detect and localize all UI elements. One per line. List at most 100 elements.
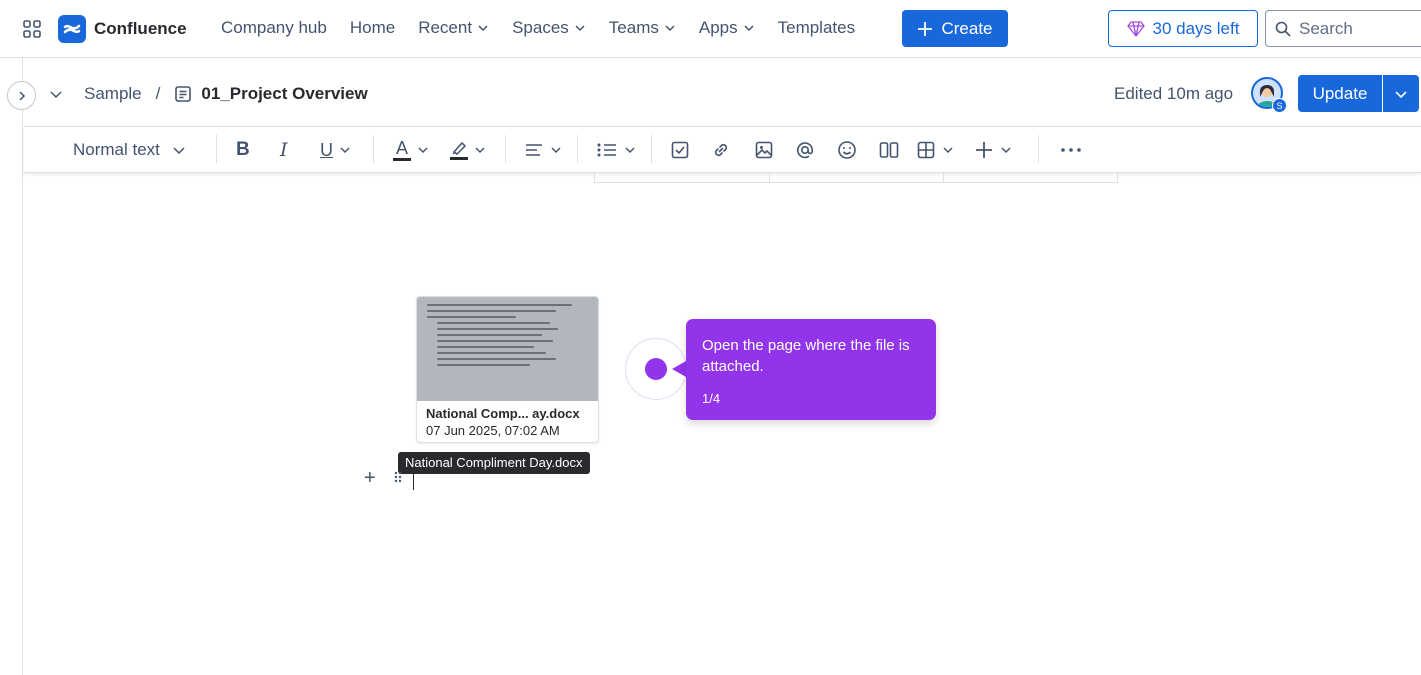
bullet-list-icon xyxy=(597,143,616,157)
main-nav: Company hub Home Recent Spaces Teams App… xyxy=(221,18,878,38)
highlight-button[interactable] xyxy=(450,136,486,164)
mention-button[interactable] xyxy=(795,136,815,164)
link-icon xyxy=(714,143,728,157)
diamond-icon xyxy=(1126,20,1145,37)
more-options-button[interactable] xyxy=(1060,136,1082,164)
tour-step-counter: 1/4 xyxy=(702,391,721,406)
tour-beacon-dot[interactable] xyxy=(645,358,667,380)
tour-callout-arrow xyxy=(672,361,686,377)
italic-button[interactable]: I xyxy=(280,136,288,164)
more-horizontal-icon xyxy=(1061,148,1081,152)
edited-status[interactable]: Edited 10m ago xyxy=(1114,84,1233,104)
text-color-swatch xyxy=(393,158,411,161)
nav-templates[interactable]: Templates xyxy=(778,18,855,38)
tour-callout: Open the page where the file is attached… xyxy=(686,319,936,420)
trial-label: 30 days left xyxy=(1152,18,1240,38)
highlight-icon xyxy=(450,140,468,160)
breadcrumb: Sample / 01_Project Overview xyxy=(84,84,368,104)
app-switcher-icon[interactable] xyxy=(22,19,42,39)
nav-label: Apps xyxy=(698,18,738,37)
top-navigation-bar: Confluence Company hub Home Recent Space… xyxy=(0,0,1421,58)
toolbar-divider xyxy=(373,135,374,163)
align-left-icon xyxy=(526,144,542,156)
nav-teams[interactable]: Teams xyxy=(609,18,676,38)
file-date: 07 Jun 2025, 07:02 AM xyxy=(426,423,560,438)
link-button[interactable] xyxy=(711,136,731,164)
insert-more-button[interactable] xyxy=(974,136,1012,164)
nav-label: Spaces xyxy=(512,18,569,37)
breadcrumb-space[interactable]: Sample xyxy=(84,84,142,104)
text-color-glyph: A xyxy=(395,138,408,158)
add-block-icon[interactable]: + xyxy=(364,467,376,490)
underline-button[interactable]: U xyxy=(320,136,351,164)
file-name: National Comp... ay.docx xyxy=(426,406,580,421)
image-icon xyxy=(755,141,773,159)
chevron-down-icon[interactable] xyxy=(49,87,63,101)
highlighter-icon xyxy=(452,141,467,155)
update-options-button[interactable] xyxy=(1383,75,1419,112)
chevron-down-icon xyxy=(665,25,675,32)
chevron-down-icon xyxy=(575,25,585,32)
chevron-down-icon xyxy=(1001,147,1011,154)
emoji-button[interactable] xyxy=(837,136,857,164)
table-icon xyxy=(917,141,935,159)
left-sidebar-rail xyxy=(0,58,23,675)
brand-name: Confluence xyxy=(94,19,187,38)
checkbox-icon xyxy=(671,141,689,159)
text-color-button[interactable]: A xyxy=(393,136,429,164)
drag-handle-icon[interactable] xyxy=(393,471,403,483)
update-button[interactable]: Update xyxy=(1298,75,1382,112)
breadcrumb-separator: / xyxy=(155,84,161,103)
text-cursor xyxy=(413,472,414,490)
nav-company-hub[interactable]: Company hub xyxy=(221,18,327,38)
confluence-logo-icon xyxy=(58,15,86,43)
chevron-down-icon xyxy=(1395,90,1407,98)
file-preview-thumbnail xyxy=(417,297,598,401)
nav-apps[interactable]: Apps xyxy=(699,18,755,38)
alignment-button[interactable] xyxy=(524,136,562,164)
nav-label: Teams xyxy=(608,18,659,37)
chevron-down-icon xyxy=(173,147,185,155)
file-name-tooltip: National Compliment Day.docx xyxy=(398,452,590,474)
search-input[interactable]: Search xyxy=(1265,10,1421,47)
chevron-down-icon xyxy=(551,147,561,154)
action-item-button[interactable] xyxy=(670,136,690,164)
toolbar-divider xyxy=(505,135,506,163)
create-button[interactable]: Create xyxy=(902,10,1008,47)
toolbar-divider xyxy=(1038,135,1039,163)
trial-days-button[interactable]: 30 days left xyxy=(1108,10,1258,47)
list-button[interactable] xyxy=(596,136,636,164)
layout-button[interactable] xyxy=(878,136,900,164)
highlight-swatch xyxy=(450,157,468,160)
nav-recent[interactable]: Recent xyxy=(418,18,489,38)
nav-label: Company hub xyxy=(221,18,327,37)
nav-home[interactable]: Home xyxy=(350,18,395,38)
chevron-down-icon xyxy=(943,147,953,154)
text-color-icon: A xyxy=(393,139,411,161)
breadcrumb-current-page[interactable]: 01_Project Overview xyxy=(201,84,367,104)
chevron-down-icon xyxy=(340,147,350,154)
underline-icon: U xyxy=(320,139,333,160)
table-column-divider xyxy=(769,173,770,183)
chevron-down-icon xyxy=(625,147,635,154)
plus-icon xyxy=(918,21,933,36)
bold-icon: B xyxy=(236,139,250,160)
at-sign-icon xyxy=(797,142,813,159)
table-button[interactable] xyxy=(916,136,954,164)
toolbar-divider xyxy=(216,135,217,163)
toolbar-divider xyxy=(651,135,652,163)
nav-label: Templates xyxy=(777,18,856,37)
bold-button[interactable]: B xyxy=(236,136,250,164)
nav-spaces[interactable]: Spaces xyxy=(512,18,586,38)
nav-label: Recent xyxy=(418,18,473,37)
text-style-label: Normal text xyxy=(73,140,160,159)
file-attachment-card[interactable]: National Comp... ay.docx 07 Jun 2025, 07… xyxy=(416,296,599,443)
image-button[interactable] xyxy=(754,136,774,164)
confluence-logo[interactable]: Confluence xyxy=(58,15,187,43)
italic-icon: I xyxy=(280,139,288,161)
text-style-dropdown[interactable]: Normal text xyxy=(73,136,186,164)
update-label: Update xyxy=(1312,83,1368,103)
chevron-down-icon xyxy=(475,147,485,154)
chevron-down-icon xyxy=(744,25,754,32)
search-placeholder: Search xyxy=(1299,18,1353,38)
